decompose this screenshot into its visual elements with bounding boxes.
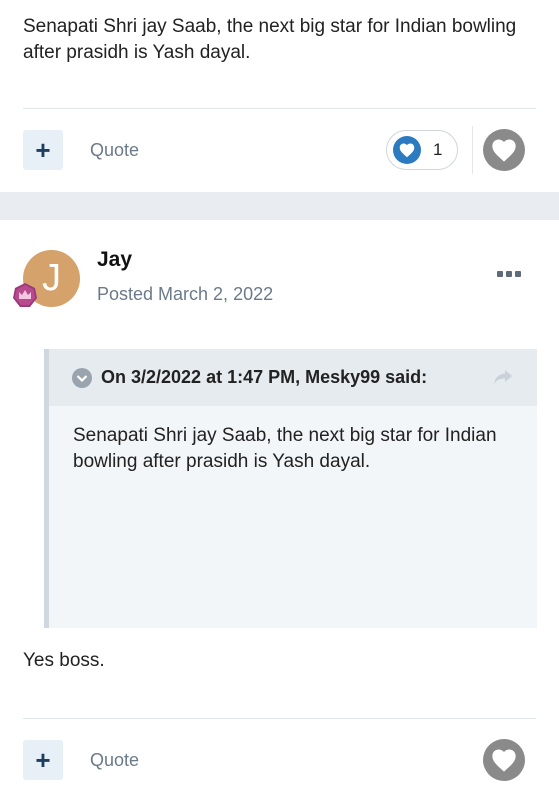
- crown-badge-icon: [13, 283, 37, 307]
- heart-icon: [492, 749, 516, 772]
- post-body: Yes boss.: [23, 650, 105, 671]
- quoted-post: On 3/2/2022 at 1:47 PM, Mesky99 said: Se…: [44, 349, 537, 628]
- author-name[interactable]: Jay: [97, 248, 132, 272]
- reaction-summary[interactable]: 1: [386, 130, 458, 170]
- react-button[interactable]: [483, 739, 525, 781]
- plus-icon: +: [35, 135, 51, 165]
- reaction-count: 1: [433, 140, 443, 159]
- collapse-chevron-icon[interactable]: [72, 367, 92, 388]
- quote-attribution: On 3/2/2022 at 1:47 PM, Mesky99 said:: [101, 367, 428, 387]
- post-card: Senapati Shri jay Saab, the next big sta…: [0, 0, 559, 192]
- heart-icon: [492, 139, 516, 162]
- avatar-letter: J: [42, 257, 61, 299]
- multiquote-add-button[interactable]: +: [23, 130, 63, 170]
- more-options-icon[interactable]: [497, 270, 521, 278]
- divider: [23, 718, 536, 719]
- post-body: Senapati Shri jay Saab, the next big sta…: [23, 16, 517, 63]
- post-card: J Jay Posted March 2, 2022 On 3/2/2022 a…: [0, 220, 559, 800]
- plus-icon: +: [35, 745, 51, 775]
- quote-body: Senapati Shri jay Saab, the next big sta…: [73, 425, 497, 472]
- heart-icon: [393, 136, 421, 164]
- divider: [472, 126, 473, 174]
- quote-button[interactable]: Quote: [90, 750, 139, 771]
- quote-button[interactable]: Quote: [90, 140, 139, 161]
- go-to-quoted-post-icon[interactable]: [493, 369, 513, 385]
- quote-header: On 3/2/2022 at 1:47 PM, Mesky99 said:: [49, 349, 537, 406]
- multiquote-add-button[interactable]: +: [23, 740, 63, 780]
- post-timestamp[interactable]: Posted March 2, 2022: [97, 284, 273, 305]
- post-separator: [0, 192, 559, 220]
- divider: [23, 108, 536, 109]
- react-button[interactable]: [483, 129, 525, 171]
